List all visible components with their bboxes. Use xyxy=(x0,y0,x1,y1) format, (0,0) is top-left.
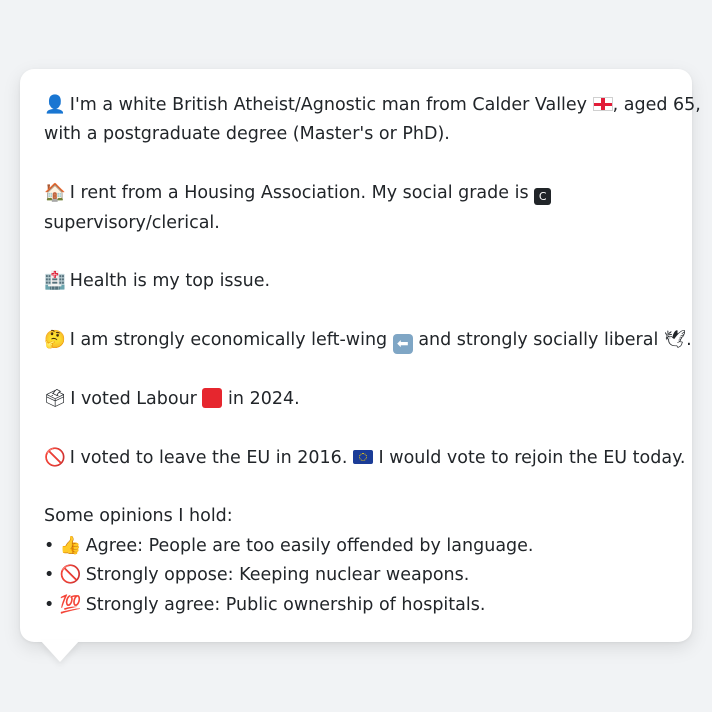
thumbs-up-icon: 👍 xyxy=(59,535,82,556)
hospital-icon: 🏥 xyxy=(44,271,66,292)
housing-text: I rent from a Housing Association. My so… xyxy=(69,183,529,204)
bullet: • xyxy=(44,535,55,556)
grade-badge: C xyxy=(534,188,552,206)
bullet: • xyxy=(44,565,55,586)
housing-grade-text: supervisory/clerical. xyxy=(44,212,220,233)
health-text: Health is my top issue. xyxy=(69,271,271,292)
opinion-item: • 🚫 Strongly oppose: Keeping nuclear weap… xyxy=(44,561,668,590)
opinion-text: Agree: People are too easily offended by… xyxy=(85,535,534,556)
opinions-heading: Some opinions I hold: xyxy=(44,506,233,527)
opinion-item: • 💯 Strongly agree: Public ownership of h… xyxy=(44,591,668,620)
bullet: • xyxy=(44,594,55,615)
hundred-points-icon: 💯 xyxy=(59,594,82,615)
prohibited-icon: 🚫 xyxy=(59,565,82,586)
red-square-icon xyxy=(202,387,223,408)
england-flag-icon xyxy=(592,97,613,111)
dove-icon: 🕊 xyxy=(663,330,687,351)
ballot-box-icon: 🗳 xyxy=(44,388,67,409)
persona-card: 👤 I'm a white British Atheist/Agnostic ma… xyxy=(20,69,701,642)
thinking-icon: 🤔 xyxy=(44,330,66,351)
eu-rejoin-text: I would vote to rejoin the EU today. xyxy=(378,447,686,468)
identity-line-2: with a postgraduate degree (Master's or … xyxy=(44,120,668,149)
identity-text: I'm a white British Atheist/Agnostic man… xyxy=(69,95,588,115)
housing-line-1: 🏠 I rent from a Housing Association. My s… xyxy=(44,179,668,208)
vote-text: I voted Labour xyxy=(70,388,197,409)
eu-line: 🚫 I voted to leave the EU in 2016. I woul… xyxy=(44,444,686,473)
opinion-text: Strongly oppose: Keeping nuclear weapons… xyxy=(85,565,470,586)
speech-bubble-tail xyxy=(40,640,80,662)
identity-age: , aged 65, xyxy=(612,95,701,115)
opinion-text: Strongly agree: Public ownership of hosp… xyxy=(85,594,486,615)
politics-line: 🤔 I am strongly economically left-wing ⬅ … xyxy=(44,326,692,355)
housing-line-2: supervisory/clerical. xyxy=(44,209,668,238)
left-arrow-icon: ⬅ xyxy=(392,334,413,355)
eu-leave-text: I voted to leave the EU in 2016. xyxy=(69,447,348,468)
house-icon: 🏠 xyxy=(44,183,66,204)
person-icon: 👤 xyxy=(44,95,66,115)
vote-line: 🗳 I voted Labour in 2024. xyxy=(44,385,668,414)
politics-econ-text: I am strongly economically left-wing xyxy=(69,330,388,351)
vote-year: in 2024. xyxy=(228,388,300,409)
prohibited-icon: 🚫 xyxy=(44,447,66,468)
identity-line-1: 👤 I'm a white British Atheist/Agnostic ma… xyxy=(44,91,701,120)
politics-period: . xyxy=(686,330,692,351)
opinion-item: • 👍 Agree: People are too easily offended… xyxy=(44,532,668,561)
identity-education: with a postgraduate degree (Master's or … xyxy=(44,124,450,145)
health-line: 🏥 Health is my top issue. xyxy=(44,267,668,296)
eu-flag-icon xyxy=(352,449,373,464)
politics-social-text: and strongly socially liberal xyxy=(418,330,659,351)
